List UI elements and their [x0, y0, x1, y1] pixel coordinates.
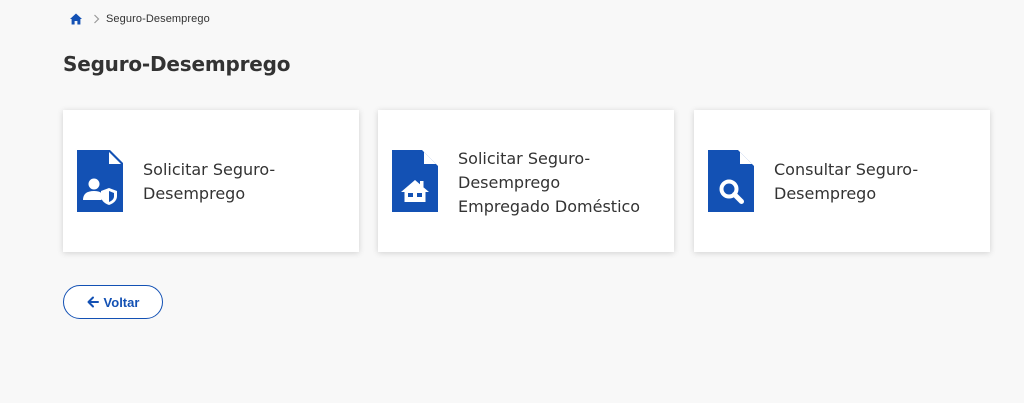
- chevron-right-icon: [93, 14, 100, 24]
- card-label-line: Desemprego: [458, 173, 561, 192]
- document-search-icon: [708, 150, 754, 212]
- breadcrumb: Seguro-Desemprego: [69, 12, 210, 26]
- back-button[interactable]: Voltar: [63, 285, 163, 319]
- page-title: Seguro-Desemprego: [63, 52, 291, 76]
- page: Seguro-Desemprego Seguro-Desemprego Soli…: [0, 0, 1024, 403]
- card-label-line: Consultar Seguro-: [774, 160, 919, 179]
- card-label-line: Solicitar Seguro-: [143, 160, 276, 179]
- document-user-shield-icon: [77, 150, 123, 212]
- home-icon[interactable]: [69, 12, 83, 26]
- card-label-line: Desemprego: [143, 184, 246, 203]
- card-label-line: Desemprego: [774, 184, 877, 203]
- card-consultar-seguro-desemprego[interactable]: Consultar Seguro- Desemprego: [694, 110, 990, 252]
- card-label: Consultar Seguro- Desemprego: [774, 158, 918, 206]
- card-label-line: Empregado Doméstico: [458, 197, 641, 216]
- card-label-line: Solicitar Seguro-: [458, 149, 591, 168]
- card-label: Solicitar Seguro- Desemprego: [143, 158, 275, 206]
- breadcrumb-current: Seguro-Desemprego: [106, 13, 210, 25]
- document-house-icon: [392, 150, 438, 212]
- card-solicitar-seguro-desemprego[interactable]: Solicitar Seguro- Desemprego: [63, 110, 359, 252]
- arrow-left-icon: [87, 296, 99, 308]
- card-label: Solicitar Seguro- Desemprego Empregado D…: [458, 147, 640, 219]
- back-button-label: Voltar: [103, 294, 140, 310]
- card-solicitar-seguro-desemprego-domestico[interactable]: Solicitar Seguro- Desemprego Empregado D…: [378, 110, 674, 252]
